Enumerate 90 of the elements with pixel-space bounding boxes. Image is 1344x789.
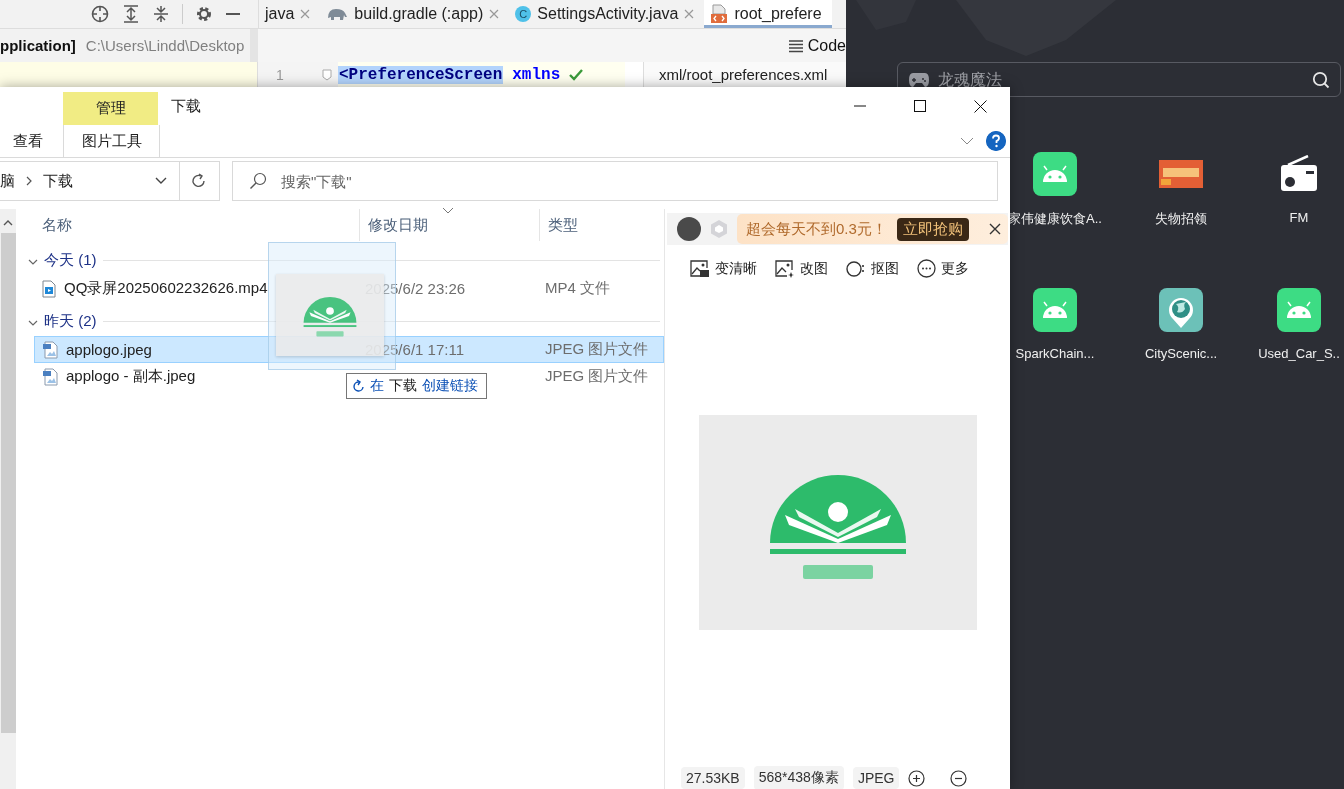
tool-button[interactable]: 抠图 xyxy=(871,259,899,278)
app-label[interactable]: CityScenic... xyxy=(1144,346,1218,361)
column-header[interactable]: 名称 xyxy=(42,215,72,235)
file-name: applogo.jpeg xyxy=(66,341,152,358)
group-header[interactable]: 昨天 (2) xyxy=(44,311,97,331)
image-file-icon xyxy=(42,340,58,359)
buy-now-button[interactable]: 立即抢购 xyxy=(896,217,969,241)
chevron-down-icon[interactable] xyxy=(155,177,167,185)
ribbon-tab[interactable]: 图片工具 xyxy=(63,125,160,157)
view-mode-button[interactable]: Code xyxy=(807,36,846,55)
line-number: 1 xyxy=(276,66,284,83)
android-icon[interactable] xyxy=(1277,288,1321,332)
file-type: JPEG 图片文件 xyxy=(545,340,649,357)
help-icon[interactable] xyxy=(986,131,1006,151)
android-icon[interactable] xyxy=(1033,152,1077,196)
refresh-button[interactable] xyxy=(179,161,220,201)
link-icon xyxy=(353,379,365,393)
scrollbar-thumb[interactable] xyxy=(0,233,16,733)
sort-caret-icon xyxy=(442,207,454,214)
project-path: C:\Users\Lindd\Desktop xyxy=(85,37,245,54)
editor-tab[interactable]: root_prefere xyxy=(704,0,832,28)
crosshair-icon[interactable] xyxy=(90,4,110,24)
app-label[interactable]: Used_Car_S.. xyxy=(1258,346,1340,361)
app-label[interactable]: 失物招领 xyxy=(1155,210,1207,228)
tool-button[interactable]: 变清晰 xyxy=(715,259,757,278)
editor-tab[interactable]: build.gradle (:app) xyxy=(320,0,510,28)
column-header[interactable]: 类型 xyxy=(548,215,578,235)
cutout-icon[interactable] xyxy=(846,259,866,278)
tool-button[interactable]: 更多 xyxy=(941,259,969,278)
chevron-right-icon xyxy=(25,176,33,186)
xml-file-icon xyxy=(710,4,729,24)
close-icon[interactable] xyxy=(989,223,1001,235)
gamepad-icon xyxy=(908,71,930,88)
scroll-up-icon[interactable] xyxy=(3,219,13,227)
file-name: QQ录屏20250602232626.mp4 xyxy=(64,279,268,298)
zoom-in-icon[interactable] xyxy=(908,769,926,787)
elephant-icon xyxy=(326,6,349,22)
ribbon-tab[interactable]: 查看 xyxy=(0,125,56,157)
image-file-icon xyxy=(42,367,58,386)
search-icon[interactable] xyxy=(1312,70,1330,89)
radio-icon[interactable] xyxy=(1280,155,1318,193)
video-file-icon xyxy=(42,279,56,298)
breadcrumb-path[interactable]: xml/root_preferences.xml xyxy=(659,66,828,83)
collapse-all-icon[interactable] xyxy=(152,4,170,24)
group-header[interactable]: 今天 (1) xyxy=(44,250,97,270)
hexagon-icon xyxy=(709,219,729,239)
zoom-out-icon[interactable] xyxy=(950,769,968,787)
info-chip: 27.53KB xyxy=(681,767,745,789)
search-bar[interactable]: 龙魂魔法 xyxy=(897,62,1341,97)
code-text: xmlns xyxy=(512,65,561,84)
tool-button[interactable]: 改图 xyxy=(800,259,828,278)
image-edit-icon[interactable] xyxy=(775,259,795,278)
globe-pin-icon[interactable] xyxy=(1159,288,1203,332)
window-title: 下载 xyxy=(171,96,201,116)
file-type: JPEG 图片文件 xyxy=(545,367,649,384)
editor-tab[interactable]: java xyxy=(259,0,321,28)
promo-text: 超会每天不到0.3元！ xyxy=(746,219,887,239)
settings-icon[interactable] xyxy=(195,5,213,23)
info-chip: JPEG xyxy=(852,767,900,789)
project-name: pplication] xyxy=(0,37,76,54)
tooltip-text: 在 xyxy=(370,377,384,395)
context-tab-group: 管理 xyxy=(63,92,158,125)
close-icon[interactable] xyxy=(973,99,987,113)
app-label[interactable]: SparkChain... xyxy=(1015,346,1095,361)
menu-icon xyxy=(787,38,804,53)
expand-all-icon[interactable] xyxy=(122,4,140,24)
code-text: <PreferenceScreen xyxy=(338,65,504,84)
maximize-icon[interactable] xyxy=(914,100,926,112)
search-field[interactable]: 龙魂魔法 xyxy=(938,70,1304,89)
breadcrumb-item[interactable]: 下载 xyxy=(43,171,73,191)
more-icon[interactable] xyxy=(917,259,936,278)
hd-image-icon[interactable] xyxy=(690,259,710,278)
tooltip-text: 创建链接 xyxy=(422,377,478,395)
refresh-icon[interactable] xyxy=(191,173,207,189)
column-header[interactable]: 修改日期 xyxy=(368,215,428,235)
info-chip: 568*438像素 xyxy=(753,766,844,789)
editor-tab[interactable]: C SettingsActivity.java xyxy=(509,0,705,28)
app-label[interactable]: FM xyxy=(1289,210,1309,225)
tooltip-text: 下载 xyxy=(389,377,417,395)
chevron-down-icon[interactable] xyxy=(28,257,38,266)
class-icon: C xyxy=(515,6,532,22)
file-name: applogo - 副本.jpeg xyxy=(66,367,196,386)
android-icon[interactable] xyxy=(1033,288,1077,332)
avatar[interactable] xyxy=(677,217,701,241)
chevron-down-icon[interactable] xyxy=(28,318,38,327)
address-bar[interactable]: 脑 下载 xyxy=(0,161,180,201)
check-icon xyxy=(569,68,584,81)
file-type: MP4 文件 xyxy=(545,279,610,296)
search-icon xyxy=(249,172,267,190)
breadcrumb-item[interactable]: 脑 xyxy=(0,171,15,191)
